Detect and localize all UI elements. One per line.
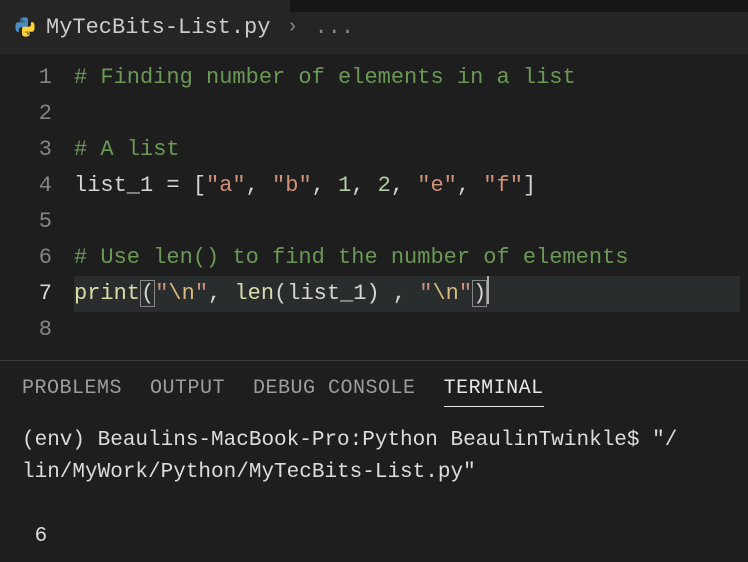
string-token: " (419, 281, 432, 306)
comma-token: , (380, 281, 420, 306)
tab-debug-console[interactable]: DEBUG CONSOLE (253, 377, 416, 407)
line-number: 7 (0, 276, 52, 312)
paren-token: ) (366, 281, 379, 306)
terminal-output[interactable]: (env) Beaulins-MacBook-Pro:Python Beauli… (0, 417, 748, 561)
comma-token: , (351, 173, 377, 198)
comma-token: , (312, 173, 338, 198)
comma-token: , (246, 173, 272, 198)
terminal-result: 6 (22, 525, 47, 548)
panel-tab-bar: PROBLEMS OUTPUT DEBUG CONSOLE TERMINAL (0, 361, 748, 417)
tab-problems[interactable]: PROBLEMS (22, 377, 122, 407)
comma-token: , (208, 281, 234, 306)
text-cursor (487, 276, 489, 304)
escape-token: \n (432, 281, 458, 306)
comment-token: # A list (74, 137, 180, 162)
tab-output[interactable]: OUTPUT (150, 377, 225, 407)
inactive-tab-area (290, 0, 748, 12)
line-number-gutter: 1 2 3 4 5 6 7 8 (0, 60, 74, 348)
bottom-panel: PROBLEMS OUTPUT DEBUG CONSOLE TERMINAL (… (0, 360, 748, 561)
string-token: " (195, 281, 208, 306)
chevron-right-icon: › (280, 16, 304, 39)
code-line[interactable] (74, 312, 748, 348)
line-number: 1 (0, 60, 52, 96)
bracket-token: [ (193, 173, 206, 198)
string-token: " (155, 281, 168, 306)
identifier-token: list_1 (74, 173, 153, 198)
code-line[interactable]: print("\n", len(list_1) , "\n") (74, 276, 740, 312)
operator-token: = (153, 173, 193, 198)
number-token: 1 (338, 173, 351, 198)
line-number: 3 (0, 132, 52, 168)
function-token: len (234, 281, 274, 306)
code-line[interactable] (74, 96, 748, 132)
breadcrumb-rest[interactable]: ... (314, 15, 354, 40)
matched-bracket-token: ) (472, 280, 487, 307)
string-token: "a" (206, 173, 246, 198)
string-token: "b" (272, 173, 312, 198)
terminal-line: (env) Beaulins-MacBook-Pro:Python Beauli… (22, 429, 677, 452)
matched-bracket-token: ( (140, 280, 155, 307)
line-number: 2 (0, 96, 52, 132)
code-editor[interactable]: 1 2 3 4 5 6 7 8 # Finding number of elem… (0, 54, 748, 348)
code-line[interactable]: # Use len() to find the number of elemen… (74, 240, 748, 276)
number-token: 2 (378, 173, 391, 198)
paren-token: ( (274, 281, 287, 306)
comment-token: # Finding number of elements in a list (74, 65, 576, 90)
breadcrumb-filename[interactable]: MyTecBits-List.py (46, 15, 270, 40)
terminal-line: lin/MyWork/Python/MyTecBits-List.py" (22, 461, 476, 484)
code-line[interactable]: # A list (74, 132, 748, 168)
escape-token: \n (168, 281, 194, 306)
tab-terminal[interactable]: TERMINAL (444, 377, 544, 407)
string-token: "f" (483, 173, 523, 198)
line-number: 4 (0, 168, 52, 204)
identifier-token: list_1 (287, 281, 366, 306)
code-area[interactable]: # Finding number of elements in a list #… (74, 60, 748, 348)
code-line[interactable]: list_1 = ["a", "b", 1, 2, "e", "f"] (74, 168, 748, 204)
comment-token: # Use len() to find the number of elemen… (74, 245, 629, 270)
string-token: " (459, 281, 472, 306)
code-line[interactable] (74, 204, 748, 240)
comma-token: , (457, 173, 483, 198)
bracket-token: ] (523, 173, 536, 198)
line-number: 6 (0, 240, 52, 276)
function-token: print (74, 281, 140, 306)
comma-token: , (391, 173, 417, 198)
code-line[interactable]: # Finding number of elements in a list (74, 60, 748, 96)
line-number: 8 (0, 312, 52, 348)
line-number: 5 (0, 204, 52, 240)
string-token: "e" (417, 173, 457, 198)
python-file-icon (14, 16, 36, 38)
